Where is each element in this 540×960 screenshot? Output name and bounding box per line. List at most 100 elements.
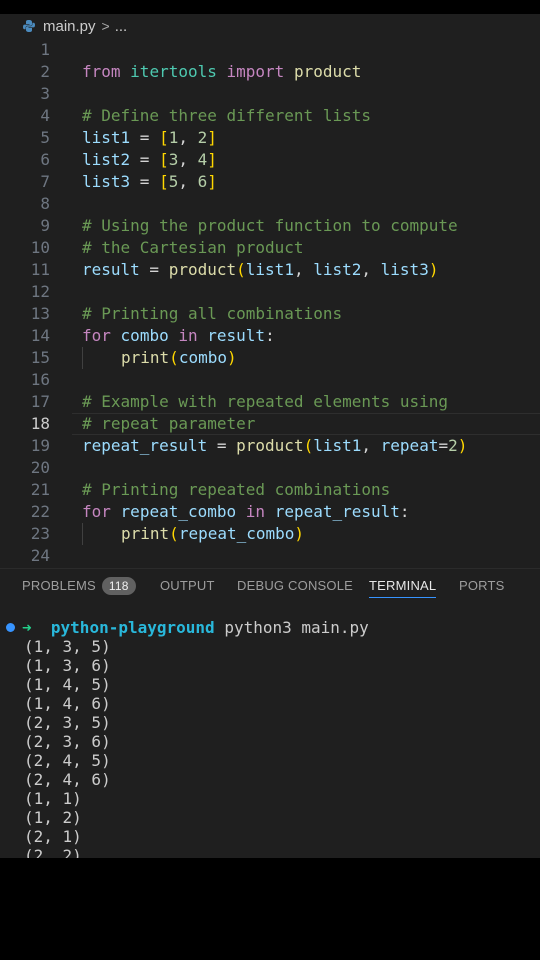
- line-number: 16: [30, 370, 50, 389]
- code-line-2: 2 from itertools import product: [0, 61, 540, 83]
- line-number: 24: [30, 546, 50, 562]
- chevron-right-icon: >: [101, 18, 110, 34]
- line-number: 14: [30, 326, 50, 345]
- code-token: print: [121, 524, 170, 543]
- code-token: =: [130, 128, 160, 147]
- code-line-11: 11 result = product(list1, list2, list3): [0, 259, 540, 281]
- command-success-dot-icon: [6, 623, 15, 632]
- code-token: 1: [168, 128, 179, 147]
- code-token: combo: [178, 348, 227, 367]
- code-comment: # Example with repeated elements using: [82, 392, 449, 411]
- code-token: 6: [197, 172, 208, 191]
- code-token: list1: [82, 128, 131, 147]
- code-token: :: [399, 502, 410, 521]
- line-number: 15: [30, 348, 50, 367]
- prompt-directory: python-playground: [50, 618, 215, 637]
- code-token: repeat_result: [274, 502, 400, 521]
- code-line-8: 8: [0, 193, 540, 215]
- code-token: itertools: [130, 62, 217, 81]
- code-text: from itertools import product: [82, 61, 361, 83]
- line-number: 10: [30, 238, 50, 257]
- line-number: 2: [40, 62, 50, 81]
- code-line-21: 21 # Printing repeated combinations: [0, 479, 540, 501]
- code-token: :: [265, 326, 275, 345]
- code-text: list3 = [5, 6]: [82, 171, 217, 193]
- code-token: list3: [82, 172, 131, 191]
- code-token: [: [159, 128, 169, 147]
- code-line-19: 19 repeat_result = product(list1, repeat=…: [0, 435, 540, 457]
- code-token: repeat_result: [82, 436, 208, 455]
- code-token: combo: [120, 326, 169, 345]
- code-line-17: 17 # Example with repeated elements using: [0, 391, 540, 413]
- code-token: import: [226, 62, 285, 81]
- code-token: repeat_combo: [178, 524, 295, 543]
- code-editor[interactable]: 1 2 from itertools import product 3 4 # De…: [0, 42, 540, 562]
- code-token: (: [169, 524, 179, 543]
- terminal-output-line: (2, 3, 6): [24, 732, 111, 751]
- code-text: print(combo): [121, 347, 237, 369]
- code-text: result = product(list1, list2, list3): [82, 259, 438, 281]
- line-number: 17: [30, 392, 50, 411]
- terminal-output-line: (1, 4, 5): [24, 675, 111, 694]
- code-line-20: 20: [0, 457, 540, 479]
- code-token: in: [178, 326, 198, 345]
- code-token: [: [159, 172, 169, 191]
- code-line-15: 15 print(combo): [0, 347, 540, 369]
- panel-tabs: PROBLEMS 118 OUTPUT DEBUG CONSOLE TERMINA…: [0, 569, 540, 599]
- code-token: result: [207, 326, 266, 345]
- code-token: for: [82, 502, 111, 521]
- breadcrumb-ellipsis[interactable]: ...: [115, 18, 128, 35]
- code-token: (: [236, 260, 246, 279]
- code-token: product: [236, 436, 304, 455]
- line-number: 23: [30, 524, 50, 543]
- code-token: 2: [448, 436, 458, 455]
- line-number: 7: [40, 172, 50, 191]
- code-token: 2: [197, 128, 208, 147]
- code-line-6: 6 list2 = [3, 4]: [0, 149, 540, 171]
- tab-output[interactable]: OUTPUT: [160, 575, 215, 597]
- line-number: 12: [30, 282, 50, 301]
- terminal-output-line: (2, 3, 5): [24, 713, 111, 732]
- code-token: =: [130, 150, 160, 169]
- code-token: ]: [207, 128, 217, 147]
- code-token: ): [226, 348, 237, 367]
- code-token: ,: [293, 260, 314, 279]
- python-file-icon: [22, 19, 36, 33]
- code-token: ,: [178, 150, 198, 169]
- code-token: list3: [380, 260, 429, 279]
- code-token: (: [303, 436, 314, 455]
- line-number: 9: [40, 216, 50, 235]
- terminal-output-line: (2, 1): [24, 827, 82, 846]
- code-token: repeat_combo: [120, 502, 237, 521]
- line-number: 11: [30, 260, 50, 279]
- code-token: in: [245, 502, 266, 521]
- breadcrumb: main.py > ...: [0, 14, 540, 38]
- code-token: for: [82, 326, 111, 345]
- terminal-output-line: (1, 1): [24, 789, 82, 808]
- tab-problems[interactable]: PROBLEMS 118: [22, 575, 136, 597]
- code-token: ,: [178, 128, 198, 147]
- code-token: product: [293, 62, 362, 81]
- code-token: (: [169, 348, 179, 367]
- tab-debug-console[interactable]: DEBUG CONSOLE: [237, 575, 353, 597]
- breadcrumb-filename[interactable]: main.py: [43, 18, 96, 35]
- tab-ports[interactable]: PORTS: [459, 575, 505, 597]
- line-number: 22: [30, 502, 50, 521]
- code-line-18-current: 18 # repeat parameter: [0, 413, 540, 435]
- code-token: result: [82, 260, 140, 279]
- terminal-output-line: (2, 2): [24, 846, 82, 858]
- line-number: 6: [40, 150, 50, 169]
- problems-count-badge: 118: [101, 577, 136, 595]
- code-line-7: 7 list3 = [5, 6]: [0, 171, 540, 193]
- code-token: 5: [168, 172, 179, 191]
- code-token: ): [457, 436, 468, 455]
- line-number: 21: [30, 480, 50, 499]
- code-token: list1: [313, 436, 362, 455]
- code-line-9: 9 # Using the product function to compute: [0, 215, 540, 237]
- code-token: ,: [361, 436, 381, 455]
- code-token: from: [82, 62, 121, 81]
- code-line-13: 13 # Printing all combinations: [0, 303, 540, 325]
- tab-terminal[interactable]: TERMINAL: [369, 575, 437, 598]
- code-token: ,: [361, 260, 381, 279]
- code-token: 4: [197, 150, 208, 169]
